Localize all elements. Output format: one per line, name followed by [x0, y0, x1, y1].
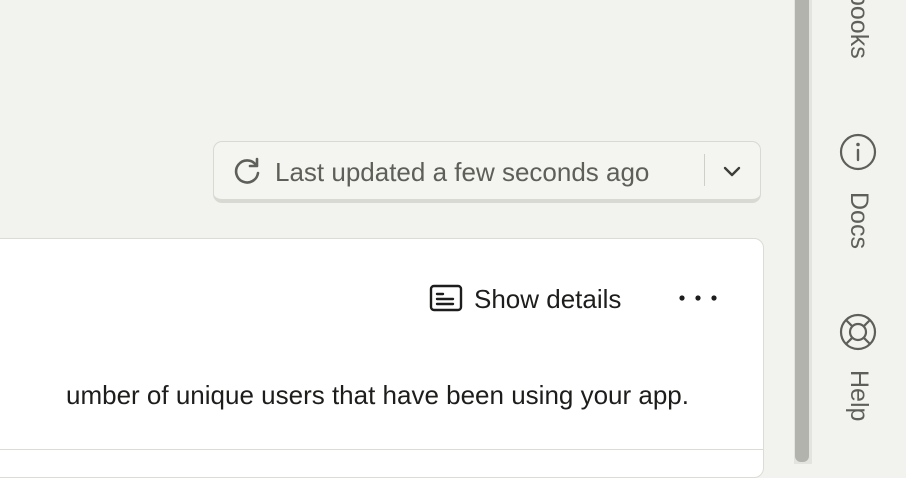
scrollbar-thumb[interactable] — [795, 0, 809, 462]
show-details-label: Show details — [474, 284, 622, 314]
divider — [0, 449, 763, 450]
lifebuoy-icon — [839, 313, 877, 351]
rail-item-label: Help — [845, 370, 873, 422]
metric-card: Show details umber of unique users that … — [0, 238, 764, 478]
rail-item-label: Docs — [845, 192, 873, 249]
divider — [704, 154, 705, 186]
rail-item-label: books — [845, 0, 873, 59]
card-description: umber of unique users that have been usi… — [66, 380, 689, 410]
details-panel-icon — [429, 284, 463, 312]
more-horizontal-icon[interactable] — [675, 283, 721, 313]
info-icon — [839, 133, 877, 171]
rail-item-docs[interactable]: Docs — [812, 130, 906, 270]
right-rail: books Docs Help — [812, 0, 906, 464]
chevron-down-icon[interactable] — [720, 156, 744, 186]
rail-item-help[interactable]: Help — [812, 310, 906, 440]
rail-item-books[interactable]: books — [812, 0, 906, 90]
reload-icon[interactable] — [232, 156, 262, 186]
last-updated-control[interactable]: Last updated a few seconds ago — [213, 141, 761, 203]
last-updated-label: Last updated a few seconds ago — [275, 157, 650, 187]
